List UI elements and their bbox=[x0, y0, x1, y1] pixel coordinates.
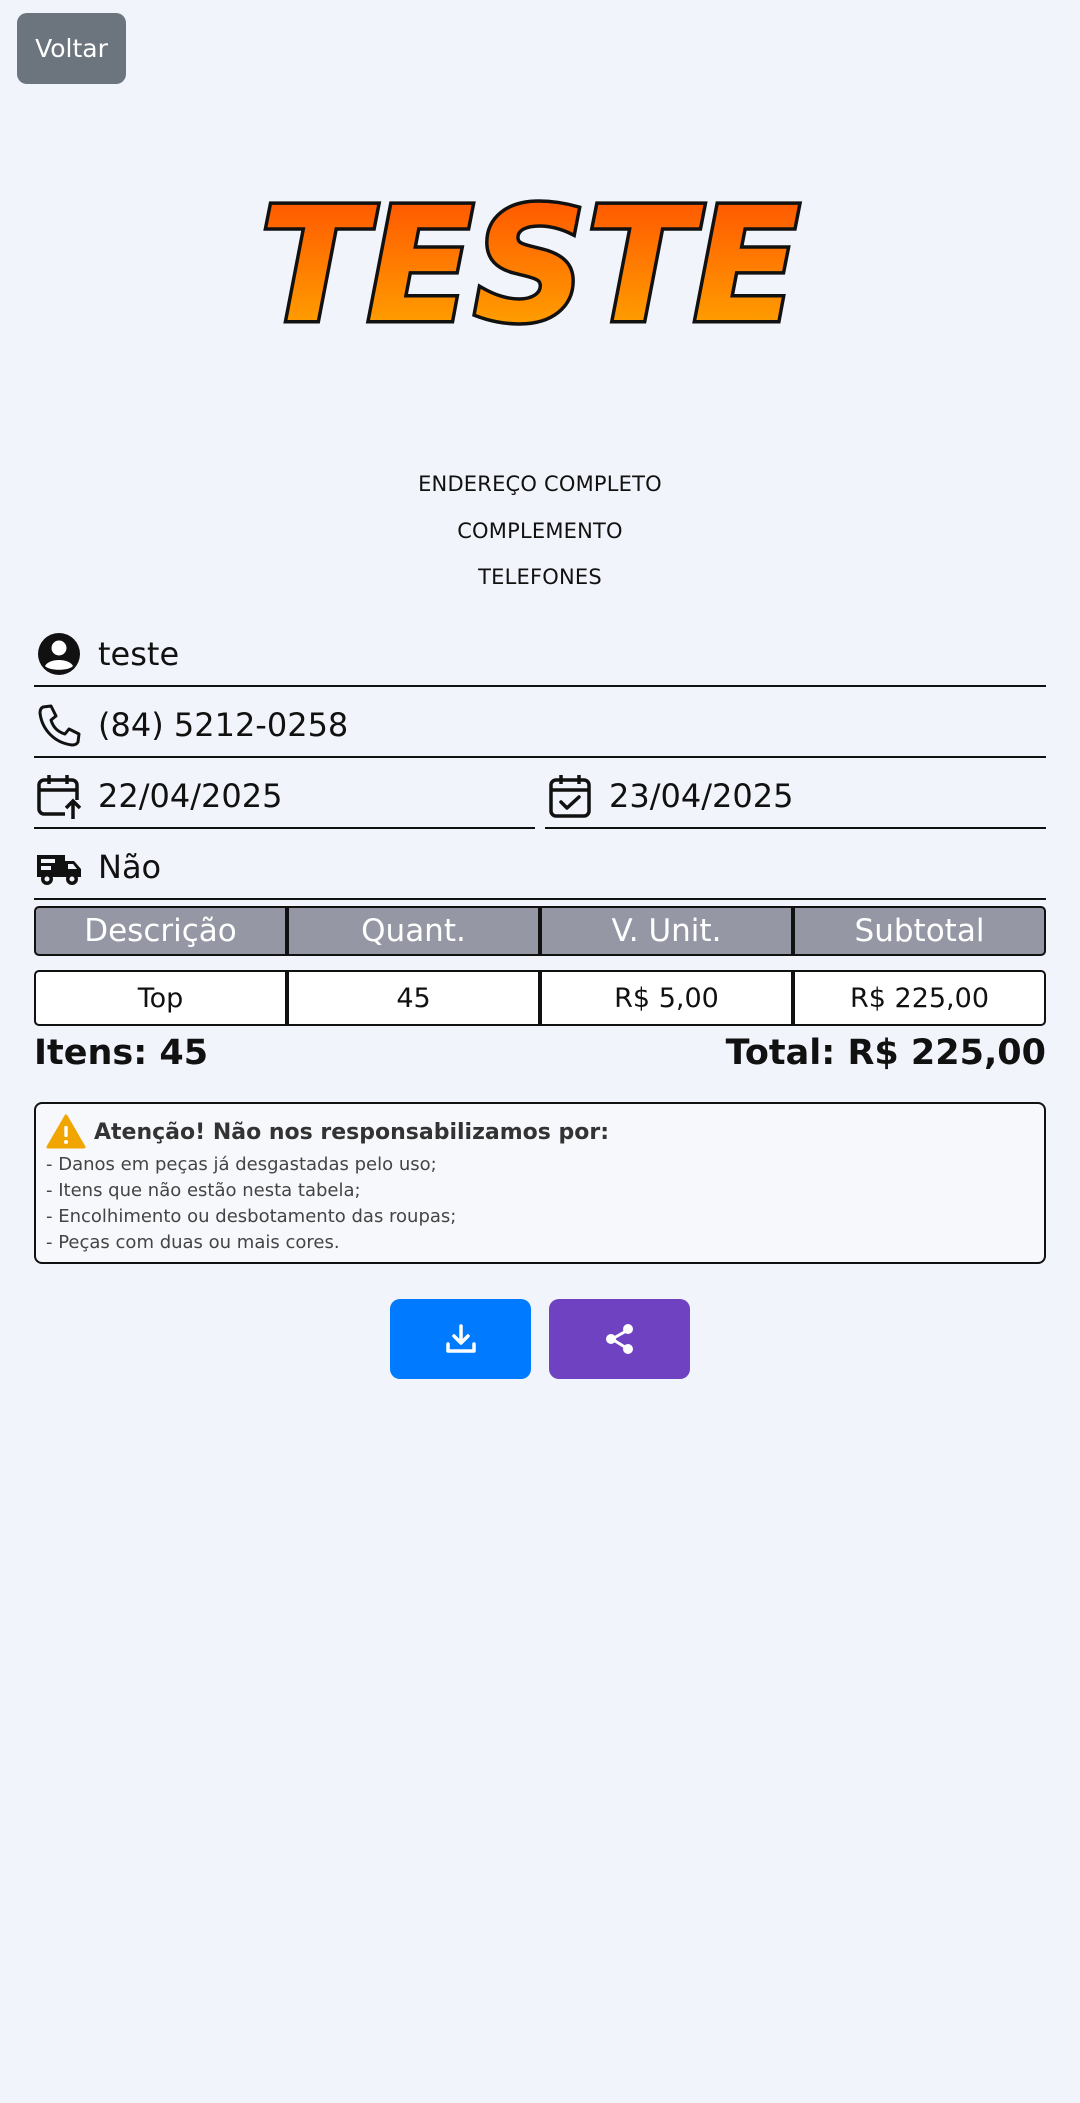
items-count: Itens: 45 bbox=[34, 1033, 209, 1073]
date-in-row: 22/04/2025 bbox=[34, 764, 535, 829]
complement-line: COMPLEMENTO bbox=[457, 519, 623, 543]
truck-icon bbox=[34, 842, 84, 892]
customer-name: teste bbox=[98, 634, 180, 673]
notice-title-row: Atenção! Não nos responsabilizamos por: bbox=[46, 1114, 1034, 1150]
header-subtotal: Subtotal bbox=[793, 906, 1046, 956]
notice-line: - Danos em peças já desgastadas pelo uso… bbox=[46, 1154, 437, 1175]
header-quantity: Quant. bbox=[287, 906, 540, 956]
cell-subtotal: R$ 225,00 bbox=[793, 970, 1046, 1026]
cell-quantity: 45 bbox=[287, 970, 540, 1026]
cell-description: Top bbox=[34, 970, 287, 1026]
download-icon bbox=[445, 1324, 476, 1353]
address-line: ENDEREÇO COMPLETO bbox=[418, 472, 662, 496]
table-row: Top 45 R$ 5,00 R$ 225,00 bbox=[34, 970, 1046, 1026]
date-in: 22/04/2025 bbox=[98, 776, 283, 815]
download-button[interactable] bbox=[390, 1299, 531, 1379]
back-button[interactable]: Voltar bbox=[17, 13, 126, 84]
user-icon bbox=[34, 629, 84, 679]
date-out-row: 23/04/2025 bbox=[545, 764, 1046, 829]
header-description: Descrição bbox=[34, 906, 287, 956]
notice-line: - Itens que não estão nesta tabela; bbox=[46, 1180, 361, 1201]
notice-line: - Peças com duas ou mais cores. bbox=[46, 1232, 340, 1253]
cell-unit-value: R$ 5,00 bbox=[540, 970, 793, 1026]
share-button[interactable] bbox=[549, 1299, 690, 1379]
warning-icon bbox=[46, 1114, 86, 1149]
phone-icon bbox=[34, 700, 84, 750]
notice-title: Atenção! Não nos responsabilizamos por: bbox=[94, 1119, 610, 1145]
calendar-check-icon bbox=[545, 771, 595, 821]
notice-box: Atenção! Não nos responsabilizamos por: … bbox=[34, 1102, 1046, 1264]
logo: TESTE bbox=[255, 170, 815, 362]
logo-text: TESTE bbox=[260, 174, 800, 358]
header-unit-value: V. Unit. bbox=[540, 906, 793, 956]
delivery-row: Não bbox=[34, 835, 1046, 900]
delivery-value: Não bbox=[98, 847, 162, 886]
date-out: 23/04/2025 bbox=[609, 776, 794, 815]
notice-line: - Encolhimento ou desbotamento das roupa… bbox=[46, 1206, 457, 1227]
customer-phone: (84) 5212-0258 bbox=[98, 705, 349, 744]
calendar-arrow-up-icon bbox=[34, 771, 84, 821]
phones-line: TELEFONES bbox=[478, 565, 602, 589]
customer-name-row: teste bbox=[34, 622, 1046, 687]
total-amount: Total: R$ 225,00 bbox=[725, 1033, 1046, 1073]
items-table-header: Descrição Quant. V. Unit. Subtotal bbox=[34, 906, 1046, 956]
share-icon bbox=[605, 1324, 633, 1354]
customer-phone-row: (84) 5212-0258 bbox=[34, 693, 1046, 758]
totals-row: Itens: 45 Total: R$ 225,00 bbox=[34, 1033, 1046, 1073]
